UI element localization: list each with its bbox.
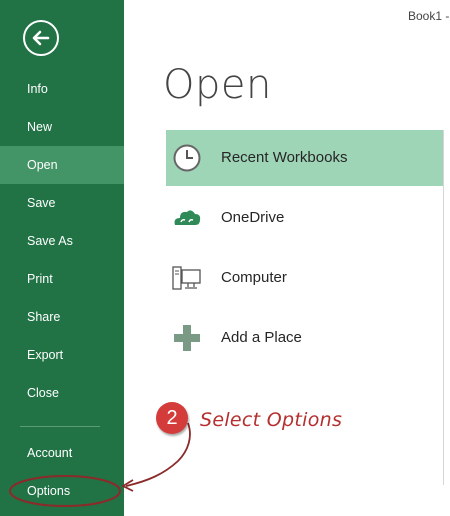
computer-icon xyxy=(172,266,201,290)
window-title: Book1 - xyxy=(408,9,450,23)
cloud-icon xyxy=(174,210,201,225)
annotation-arrow xyxy=(125,422,191,487)
plus-icon xyxy=(174,325,200,351)
location-computer[interactable]: Computer xyxy=(166,250,443,306)
back-button[interactable] xyxy=(23,20,59,56)
location-label: Recent Workbooks xyxy=(221,149,348,166)
nav-print[interactable]: Print xyxy=(0,260,124,298)
back-arrow-icon xyxy=(32,30,50,46)
location-label: OneDrive xyxy=(221,209,285,226)
annotation-text: Select Options xyxy=(200,409,343,431)
nav-new[interactable]: New xyxy=(0,108,124,146)
annotation-arrowhead xyxy=(121,479,134,492)
nav-options[interactable]: Options xyxy=(0,472,124,510)
page-title: Open xyxy=(163,62,272,108)
nav-close[interactable]: Close xyxy=(0,374,124,412)
location-recent-workbooks[interactable]: Recent Workbooks xyxy=(166,130,443,186)
nav-divider xyxy=(20,426,100,427)
nav-save-as[interactable]: Save As xyxy=(0,222,124,260)
nav-share[interactable]: Share xyxy=(0,298,124,336)
panel-divider xyxy=(443,130,444,485)
location-label: Computer xyxy=(221,269,287,286)
nav-account[interactable]: Account xyxy=(0,434,124,472)
location-label: Add a Place xyxy=(221,329,302,346)
step-badge: 2 xyxy=(156,402,188,434)
clock-icon xyxy=(173,144,201,172)
nav-info[interactable]: Info xyxy=(0,70,124,108)
nav-save[interactable]: Save xyxy=(0,184,124,222)
nav-export[interactable]: Export xyxy=(0,336,124,374)
backstage-sidebar: Info New Open Save Save As Print Share E… xyxy=(0,0,124,516)
location-add-a-place[interactable]: Add a Place xyxy=(166,310,443,366)
location-onedrive[interactable]: OneDrive xyxy=(166,190,443,246)
nav-open[interactable]: Open xyxy=(0,146,124,184)
